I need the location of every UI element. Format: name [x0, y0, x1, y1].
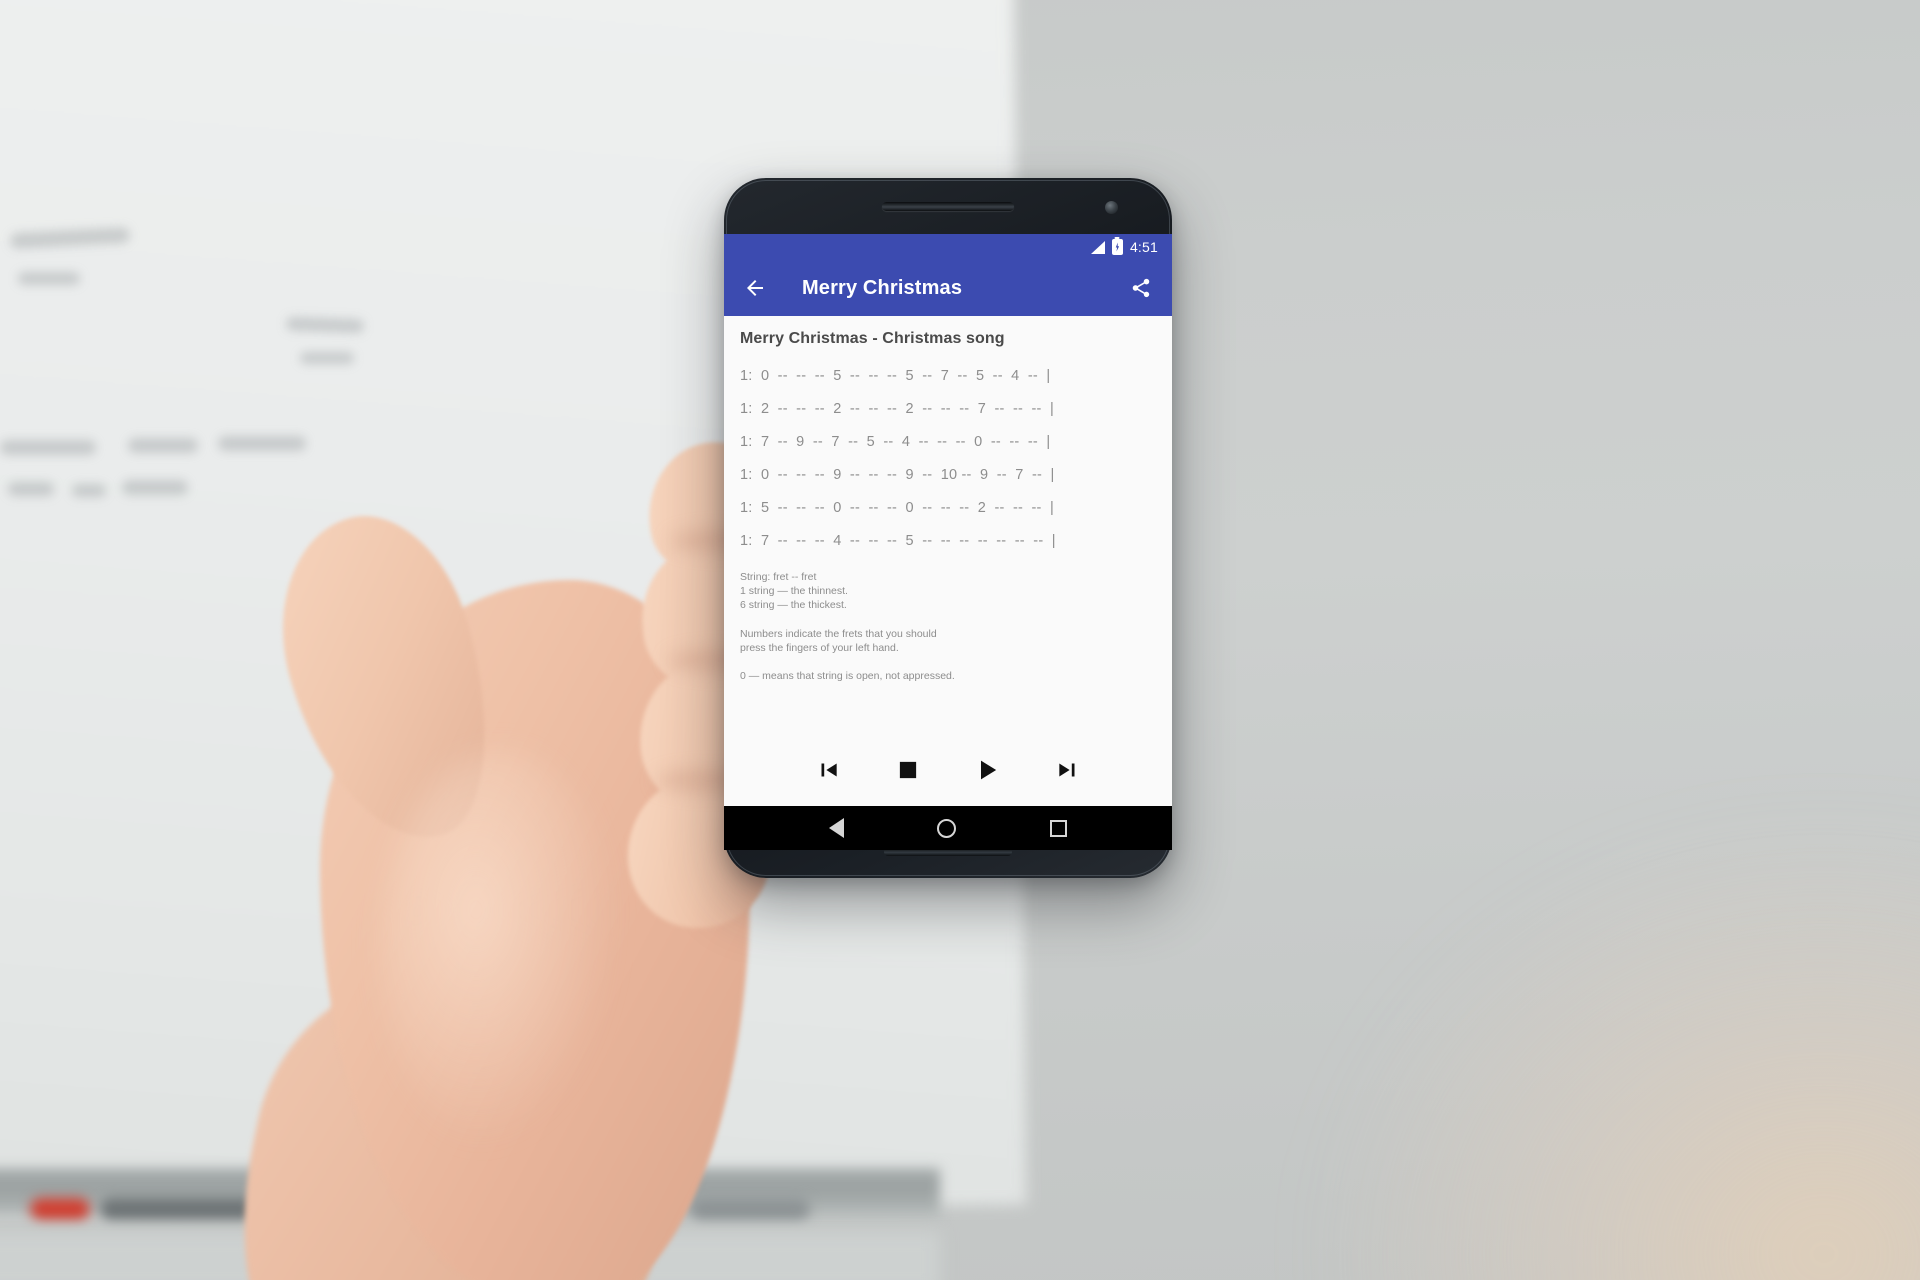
- player-controls: [724, 740, 1172, 806]
- tab-line: 1: 5 -- -- -- 0 -- -- -- 0 -- -- -- 2 --…: [740, 500, 1054, 516]
- tab-line: 1: 0 -- -- -- 9 -- -- -- 9 -- 10 -- 9 --…: [740, 467, 1055, 483]
- nav-back-button[interactable]: [828, 818, 844, 838]
- song-title: Merry Christmas - Christmas song: [740, 330, 1005, 347]
- play-icon: [981, 760, 997, 780]
- smartphone: 4:51 Merry Christmas Merry Christmas - C…: [724, 178, 1172, 878]
- note-open-string: 0 — means that string is open, not appre…: [740, 669, 955, 682]
- app-bar: Merry Christmas: [724, 260, 1172, 316]
- warm-light-glow: [1320, 820, 1920, 1280]
- nav-home-button[interactable]: [937, 818, 957, 838]
- whiteboard-writing: [18, 272, 80, 285]
- earpiece-speaker: [882, 202, 1014, 211]
- battery-charging-icon: [1111, 239, 1123, 255]
- tab-line: 1: 2 -- -- -- 2 -- -- -- 2 -- -- -- 7 --…: [740, 401, 1054, 417]
- front-camera: [1105, 201, 1118, 214]
- tab-legend: String: fret -- fret 1 string — the thin…: [740, 571, 848, 611]
- marker-pen: [30, 1198, 90, 1220]
- back-button[interactable]: [738, 271, 772, 305]
- signal-bars-icon: [1090, 240, 1105, 254]
- nav-recents-button[interactable]: [1050, 819, 1068, 837]
- stop-icon: [899, 761, 917, 779]
- tab-line: 1: 7 -- -- -- 4 -- -- -- 5 -- -- -- -- -…: [740, 533, 1056, 549]
- status-bar-clock: 4:51: [1129, 239, 1158, 255]
- phone-screen: 4:51 Merry Christmas Merry Christmas - C…: [724, 234, 1172, 806]
- note-frets: Numbers indicate the frets that you shou…: [740, 627, 937, 654]
- tab-line: 1: 0 -- -- -- 5 -- -- -- 5 -- 7 -- 5 -- …: [740, 368, 1051, 384]
- whiteboard-writing: [8, 482, 54, 496]
- previous-track-icon: [821, 763, 837, 777]
- share-icon: [1132, 278, 1150, 298]
- hand-highlight: [380, 750, 620, 1150]
- play-button[interactable]: [968, 750, 1008, 790]
- previous-track-button[interactable]: [808, 750, 848, 790]
- tab-line: 1: 7 -- 9 -- 7 -- 5 -- 4 -- -- -- 0 -- -…: [740, 434, 1051, 450]
- share-button[interactable]: [1124, 271, 1158, 305]
- next-track-button[interactable]: [1048, 750, 1088, 790]
- android-nav-bar: [724, 806, 1172, 850]
- tablature-block: 1: 0 -- -- -- 5 -- -- -- 5 -- 7 -- 5 -- …: [740, 368, 1156, 549]
- whiteboard-writing: [122, 480, 188, 495]
- whiteboard-writing: [128, 438, 198, 453]
- next-track-icon: [1059, 763, 1075, 777]
- back-arrow-icon: [747, 280, 763, 296]
- whiteboard-writing: [72, 484, 106, 497]
- stop-button[interactable]: [888, 750, 928, 790]
- song-content: Merry Christmas - Christmas song 1: 0 --…: [724, 316, 1172, 740]
- page-title: Merry Christmas: [802, 276, 963, 299]
- whiteboard-writing: [0, 440, 96, 455]
- status-bar: 4:51: [724, 234, 1172, 260]
- marker-pen: [100, 1198, 260, 1220]
